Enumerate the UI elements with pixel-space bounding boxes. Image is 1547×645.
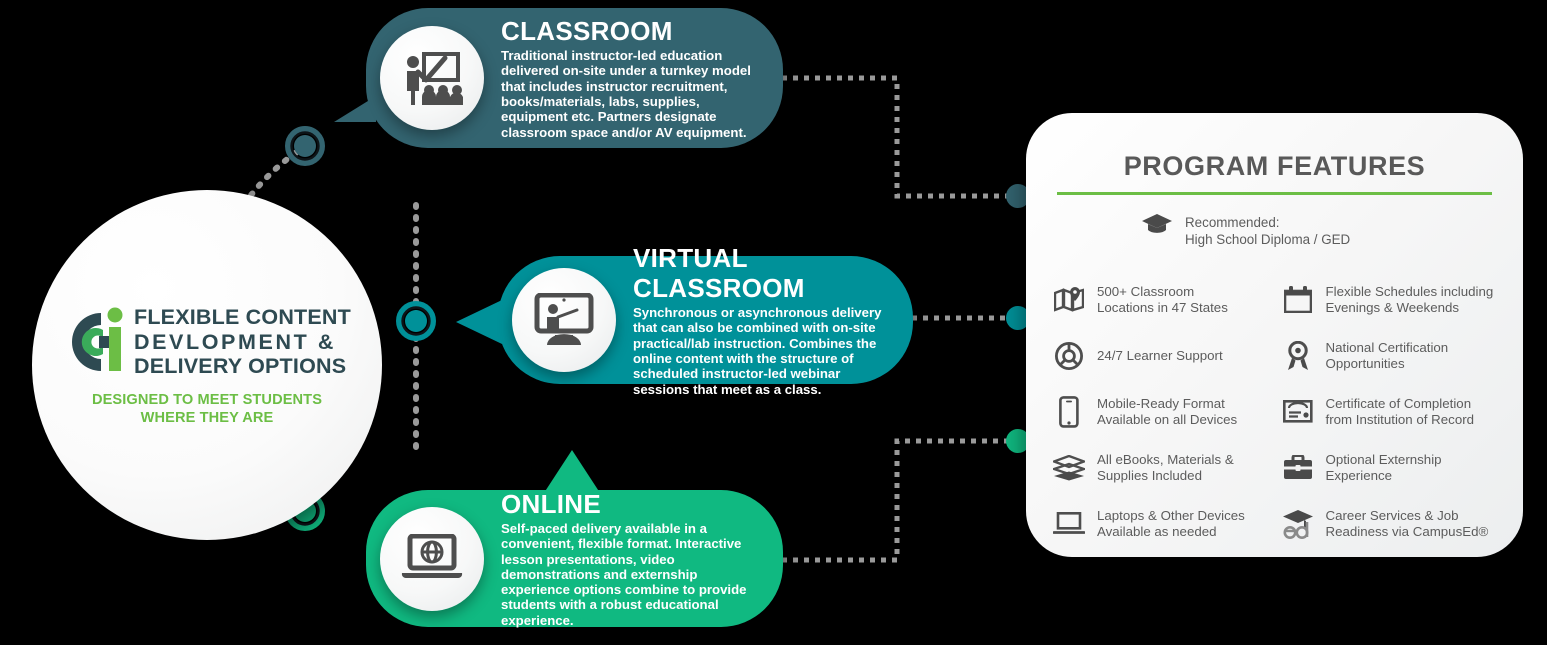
- feature-line2: Available on all Devices: [1097, 411, 1238, 427]
- hub-circle: FLEXIBLE CONTENT DEVLOPMENT & DELIVERY O…: [32, 190, 382, 540]
- feature-line2: Readiness via CampusEd®: [1325, 523, 1489, 539]
- card-classroom[interactable]: CLASSROOM Traditional instructor-led edu…: [334, 8, 783, 148]
- graduation-cap-icon: [1142, 213, 1172, 233]
- instructor-whiteboard-icon: [407, 52, 463, 105]
- recommended-text: Recommended: High School Diploma / GED: [1185, 213, 1350, 248]
- card-virtual-beak: [456, 300, 502, 344]
- feature-item-mobile-ready: Mobile-Ready Format Available on all Dev…: [1052, 384, 1277, 440]
- feature-text: Flexible Schedules including Evenings & …: [1326, 284, 1494, 316]
- mobile-phone-icon: [1052, 395, 1086, 428]
- card-virtual-icon-circle: [512, 268, 616, 372]
- feature-line2: Supplies Included: [1097, 467, 1202, 483]
- calendar-icon: [1281, 286, 1315, 313]
- program-features-panel: PROGRAM FEATURES Recommended: High Schoo…: [1026, 113, 1523, 557]
- hub-title-line3: DELIVERY OPTIONS: [133, 354, 347, 379]
- feature-line1: 500+ Classroom: [1097, 283, 1195, 299]
- feature-item-national-certification: National Certification Opportunities: [1281, 328, 1506, 384]
- card-online-icon-circle: [380, 506, 484, 611]
- feature-line2: from Institution of Record: [1325, 411, 1475, 427]
- hub-title-line1: FLEXIBLE CONTENT: [133, 305, 351, 330]
- card-classroom-heading: CLASSROOM: [501, 16, 673, 47]
- infographic-root: FLEXIBLE CONTENT DEVLOPMENT & DELIVERY O…: [0, 0, 1547, 645]
- hub-logo-title-row: FLEXIBLE CONTENT DEVLOPMENT & DELIVERY O…: [59, 303, 351, 381]
- connector-ring-virtual: [396, 301, 436, 341]
- feature-text: Certificate of Completion from Instituti…: [1326, 396, 1475, 428]
- feature-line1: Certificate of Completion: [1325, 395, 1472, 411]
- monitor-presenter-icon: [534, 293, 594, 345]
- feature-item-classroom-locations: 500+ Classroom Locations in 47 States: [1052, 272, 1277, 328]
- hub-title: FLEXIBLE CONTENT DEVLOPMENT & DELIVERY O…: [134, 305, 351, 379]
- feature-line1: 24/7 Learner Support: [1097, 347, 1223, 363]
- card-virtual-heading: VIRTUAL CLASSROOM: [633, 243, 805, 304]
- features-grid: 500+ Classroom Locations in 47 States Fl…: [1052, 272, 1505, 552]
- hub-subtitle-line1: DESIGNED TO MEET STUDENTS: [91, 392, 323, 408]
- briefcase-icon: [1281, 455, 1315, 480]
- card-online-body: ONLINE Self-paced delivery available in …: [501, 489, 765, 628]
- card-virtual-body: VIRTUAL CLASSROOM Synchronous or asynchr…: [633, 243, 895, 397]
- feature-line1: Optional Externship: [1325, 451, 1442, 467]
- connector-ring-classroom: [285, 126, 325, 166]
- feature-text: Mobile-Ready Format Available on all Dev…: [1097, 396, 1237, 428]
- feature-text: All eBooks, Materials & Supplies Include…: [1097, 452, 1234, 484]
- feature-line1: National Certification: [1325, 339, 1449, 355]
- feature-line1: Laptops & Other Devices: [1097, 507, 1245, 523]
- feature-item-laptops: Laptops & Other Devices Available as nee…: [1052, 496, 1277, 552]
- feature-text: 24/7 Learner Support: [1097, 348, 1223, 364]
- hub-subtitle-line2: WHERE THEY ARE: [140, 409, 274, 426]
- cci-logo: [71, 307, 123, 371]
- feature-text: 500+ Classroom Locations in 47 States: [1097, 284, 1228, 316]
- card-classroom-icon-circle: [380, 26, 484, 130]
- feature-line1: All eBooks, Materials &: [1097, 451, 1234, 467]
- feature-item-certificate: Certificate of Completion from Instituti…: [1281, 384, 1506, 440]
- panel-divider: [1057, 192, 1492, 195]
- feature-line1: Mobile-Ready Format: [1097, 395, 1225, 411]
- feature-item-career-services: Career Services & Job Readiness via Camp…: [1281, 496, 1506, 552]
- card-virtual-classroom[interactable]: VIRTUAL CLASSROOM Synchronous or asynchr…: [456, 243, 913, 397]
- card-online[interactable]: ONLINE Self-paced delivery available in …: [366, 450, 783, 628]
- dash-path-classroom: [782, 75, 1012, 199]
- card-virtual-text: Synchronous or asynchronous delivery tha…: [633, 305, 882, 397]
- panel-title: PROGRAM FEATURES: [1123, 151, 1426, 181]
- hub-subtitle: DESIGNED TO MEET STUDENTS WHERE THEY ARE: [92, 392, 322, 427]
- laptop-globe-icon: [401, 533, 463, 578]
- recommended-line1: Recommended:: [1185, 214, 1280, 230]
- map-pin-icon: [1052, 286, 1086, 313]
- feature-line1: Career Services & Job: [1325, 507, 1459, 523]
- card-online-heading: ONLINE: [501, 488, 602, 519]
- feature-item-flexible-schedules: Flexible Schedules including Evenings & …: [1281, 272, 1506, 328]
- feature-text: Optional Externship Experience: [1326, 452, 1442, 484]
- award-ribbon-icon: [1281, 340, 1315, 371]
- feature-line2: Locations in 47 States: [1097, 299, 1228, 315]
- campused-cap-icon: [1281, 509, 1315, 539]
- laptop-icon: [1052, 512, 1086, 535]
- feature-text: Career Services & Job Readiness via Camp…: [1326, 508, 1489, 540]
- card-classroom-body: CLASSROOM Traditional instructor-led edu…: [501, 16, 765, 140]
- feature-item-learner-support: 24/7 Learner Support: [1052, 328, 1277, 384]
- feature-line2: Opportunities: [1325, 355, 1405, 371]
- feature-item-externship: Optional Externship Experience: [1281, 440, 1506, 496]
- feature-line2: Available as needed: [1097, 523, 1217, 539]
- feature-item-ebooks: All eBooks, Materials & Supplies Include…: [1052, 440, 1277, 496]
- feature-line2: Evenings & Weekends: [1325, 299, 1460, 315]
- card-online-text: Self-paced delivery available in a conve…: [501, 520, 747, 628]
- recommended-line2: High School Diploma / GED: [1185, 231, 1351, 247]
- card-classroom-text: Traditional instructor-led education del…: [501, 48, 751, 140]
- feature-line2: Experience: [1325, 467, 1393, 483]
- dash-path-online: [782, 438, 1012, 563]
- feature-text: National Certification Opportunities: [1326, 340, 1449, 372]
- certificate-icon: [1281, 400, 1315, 423]
- hub-title-line2: DEVLOPMENT &: [133, 329, 336, 354]
- life-ring-icon: [1052, 341, 1086, 370]
- recommended-row: Recommended: High School Diploma / GED: [1141, 213, 1523, 248]
- feature-text: Laptops & Other Devices Available as nee…: [1097, 508, 1245, 540]
- books-stack-icon: [1052, 454, 1086, 481]
- feature-line1: Flexible Schedules including: [1325, 283, 1494, 299]
